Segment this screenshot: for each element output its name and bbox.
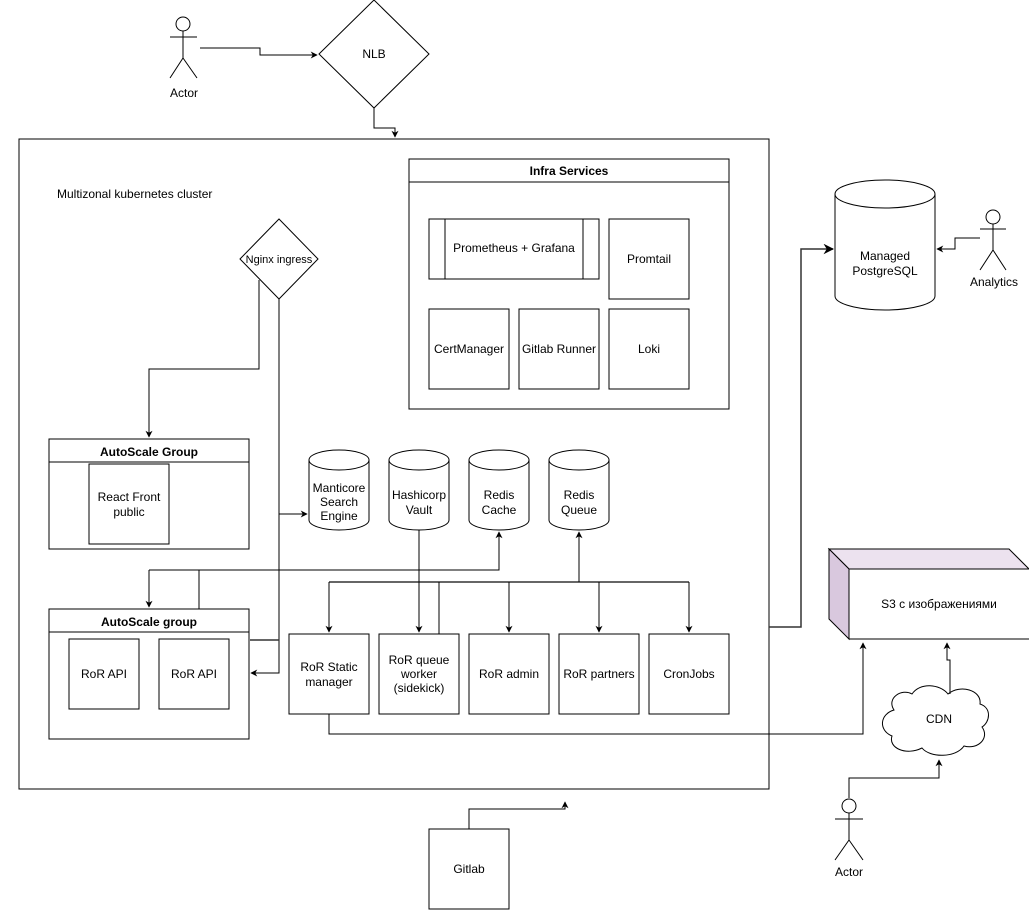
autoscale-group-front: AutoScale Group React Front public bbox=[48, 438, 250, 550]
svg-text:Vault: Vault bbox=[406, 503, 433, 517]
connector-nlb-cluster bbox=[373, 108, 399, 138]
prometheus-grafana: Prometheus + Grafana bbox=[453, 241, 575, 255]
cdn-cloud: CDN bbox=[882, 685, 989, 756]
svg-text:Analytics: Analytics bbox=[970, 275, 1018, 289]
connector-actor-nlb bbox=[200, 47, 318, 59]
svg-text:CronJobs: CronJobs bbox=[663, 667, 714, 681]
ror-api-1: RoR API bbox=[81, 667, 127, 681]
svg-text:Hashicorp: Hashicorp bbox=[392, 488, 446, 502]
svg-text:public: public bbox=[113, 505, 144, 519]
svg-text:RoR Static: RoR Static bbox=[300, 660, 357, 674]
svg-text:Managed: Managed bbox=[860, 249, 910, 263]
react-front: React Front bbox=[98, 490, 161, 504]
manticore-db: Manticore Search Engine bbox=[308, 449, 370, 531]
svg-text:CDN: CDN bbox=[926, 712, 952, 726]
service-ror-admin: RoR admin bbox=[468, 633, 550, 715]
service-ror-queue-worker: RoR queue worker (sidekick) bbox=[378, 633, 460, 715]
svg-text:Queue: Queue bbox=[561, 503, 597, 517]
s3-storage: S3 с изображениями bbox=[827, 547, 1029, 641]
svg-text:(sidekick): (sidekick) bbox=[394, 681, 445, 695]
actor-top: Actor bbox=[169, 16, 198, 100]
svg-text:Engine: Engine bbox=[320, 509, 358, 523]
svg-text:RoR queue: RoR queue bbox=[389, 653, 450, 667]
gitlab-runner: Gitlab Runner bbox=[522, 342, 596, 356]
svg-text:PostgreSQL: PostgreSQL bbox=[852, 264, 918, 278]
svg-text:RoR partners: RoR partners bbox=[563, 667, 634, 681]
managed-postgresql: Managed PostgreSQL bbox=[834, 179, 936, 311]
actor-bottom: Actor bbox=[834, 798, 864, 879]
svg-text:Nginx ingress: Nginx ingress bbox=[246, 254, 313, 266]
actor-analytics: Analytics bbox=[970, 209, 1018, 289]
svg-text:worker: worker bbox=[400, 667, 437, 681]
service-ror-partners: RoR partners bbox=[558, 633, 640, 715]
certmanager: CertManager bbox=[434, 342, 504, 356]
svg-text:Redis: Redis bbox=[564, 488, 595, 502]
svg-text:Gitlab: Gitlab bbox=[453, 862, 485, 876]
autoscale-group-api: AutoScale group RoR API RoR API bbox=[48, 608, 250, 740]
svg-text:AutoScale Group: AutoScale Group bbox=[100, 445, 198, 459]
svg-text:NLB: NLB bbox=[362, 47, 385, 61]
service-ror-static: RoR Static manager bbox=[288, 633, 370, 715]
svg-text:AutoScale group: AutoScale group bbox=[101, 615, 197, 629]
svg-text:Search: Search bbox=[320, 495, 358, 509]
ror-api-2: RoR API bbox=[171, 667, 217, 681]
svg-text:Cache: Cache bbox=[482, 503, 517, 517]
svg-text:Manticore: Manticore bbox=[313, 481, 366, 495]
svg-text:manager: manager bbox=[305, 675, 352, 689]
loki: Loki bbox=[638, 342, 660, 356]
svg-text:Infra Services: Infra Services bbox=[530, 164, 609, 178]
architecture-diagram: Actor NLB Multizonal kubernetes cluster … bbox=[18, 0, 1029, 910]
service-cronjobs: CronJobs bbox=[648, 633, 730, 715]
redis-queue-db: Redis Queue bbox=[548, 449, 610, 531]
gitlab: Gitlab bbox=[428, 828, 510, 910]
cluster-label: Multizonal kubernetes cluster bbox=[57, 187, 212, 201]
svg-text:Actor: Actor bbox=[835, 865, 863, 879]
nlb-node: NLB bbox=[318, 0, 430, 109]
svg-text:Redis: Redis bbox=[484, 488, 515, 502]
hashicorp-vault-db: Hashicorp Vault bbox=[388, 449, 450, 531]
promtail: Promtail bbox=[627, 252, 671, 266]
redis-cache-db: Redis Cache bbox=[468, 449, 530, 531]
svg-text:S3 с изображениями: S3 с изображениями bbox=[881, 597, 997, 611]
infra-services-group: Infra Services Prometheus + Grafana Prom… bbox=[408, 158, 730, 410]
svg-text:RoR admin: RoR admin bbox=[479, 667, 539, 681]
actor-label: Actor bbox=[170, 86, 198, 100]
